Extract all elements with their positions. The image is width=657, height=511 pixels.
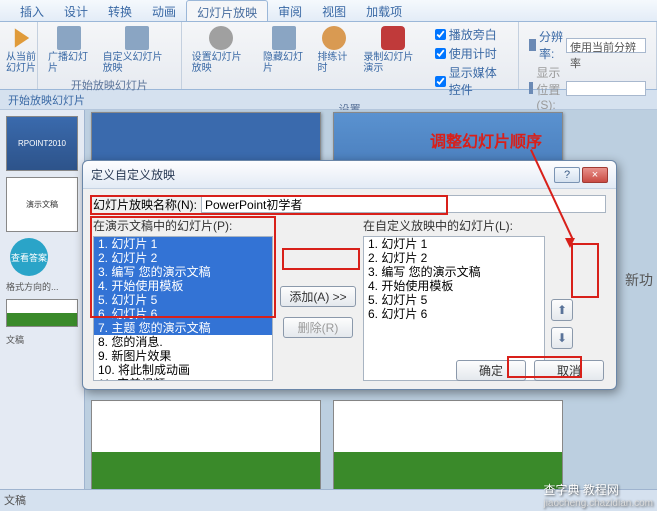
tab-review[interactable]: 审阅 [268, 0, 312, 21]
hide-icon [272, 26, 296, 50]
resolution-row: 分辨率:使用当前分辨率 [529, 28, 646, 62]
list-item[interactable]: 1. 幻灯片 1 [364, 237, 544, 251]
resolution-combo[interactable]: 使用当前分辨率 [566, 38, 646, 53]
from-current-label: 从当前幻灯片 [6, 52, 38, 74]
define-custom-show-dialog: 定义自定义放映 ? × 幻灯片放映名称(N): 在演示文稿中的幻灯片(P): 1… [82, 160, 617, 390]
clock-icon [322, 26, 346, 50]
custom-show-label: 自定义幻灯片放映 [103, 52, 171, 74]
slide-thumbnails-panel: RPOINT2010 演示文稿 查看答案 格式方向的... 文稿 [0, 110, 85, 511]
broadcast-button[interactable]: 广播幻灯片 [44, 24, 95, 76]
list-item[interactable]: 6. 幻灯片 6 [94, 307, 272, 321]
right-list-label: 在自定义放映中的幻灯片(L): [363, 217, 545, 234]
group-monitor: 分辨率:使用当前分辨率 显示位置(S): 使用演示者视图 监视器 [519, 22, 657, 89]
list-item[interactable]: 5. 幻灯片 5 [94, 293, 272, 307]
move-up-button[interactable]: ⬆ [551, 299, 573, 321]
side-badge[interactable]: 查看答案 [10, 238, 48, 276]
rehearse-label: 排练计时 [317, 52, 351, 74]
side-thumb-2[interactable]: 演示文稿 [6, 177, 78, 232]
list-item[interactable]: 2. 幻灯片 2 [364, 251, 544, 265]
close-button[interactable]: × [582, 167, 608, 183]
record-icon [381, 26, 405, 50]
left-list-label: 在演示文稿中的幻灯片(P): [93, 217, 273, 234]
narration-checkbox[interactable]: 播放旁白 [435, 26, 508, 43]
group-start2: 广播幻灯片 自定义幻灯片放映 开始放映幻灯片 [38, 22, 182, 89]
from-current-button[interactable]: 从当前幻灯片 [2, 24, 42, 87]
monitor2-icon [529, 82, 534, 94]
setup-options: 播放旁白 使用计时 显示媒体控件 [431, 24, 512, 100]
media-checkbox[interactable]: 显示媒体控件 [435, 64, 508, 98]
timings-checkbox[interactable]: 使用计时 [435, 45, 508, 62]
annotation-arrow-head [565, 238, 575, 248]
slide-green-1[interactable] [91, 400, 321, 495]
side-text-2: 文稿 [6, 333, 78, 346]
list-item[interactable]: 1. 幻灯片 1 [94, 237, 272, 251]
remove-button[interactable]: 删除(R) [283, 317, 353, 338]
tab-insert[interactable]: 插入 [10, 0, 54, 21]
new-feature-label: 新功 [625, 270, 653, 290]
tab-animation[interactable]: 动画 [142, 0, 186, 21]
list-item[interactable]: 7. 主题 您的演示文稿 [94, 321, 272, 335]
tab-view[interactable]: 视图 [312, 0, 356, 21]
annotation-text: 调整幻灯片顺序 [430, 128, 542, 152]
watermark-main: 查字典 教程网 [543, 481, 653, 498]
setup-button[interactable]: 设置幻灯片放映 [188, 24, 255, 100]
presentation-slides-listbox[interactable]: 1. 幻灯片 12. 幻灯片 23. 编写 您的演示文稿4. 开始使用模板5. … [93, 236, 273, 381]
watermark-sub: jiaocheng.chazidian.com [543, 498, 653, 509]
side-thumb-3[interactable] [6, 299, 78, 327]
rehearse-button[interactable]: 排练计时 [313, 24, 355, 100]
slideshow-name-input[interactable] [201, 195, 606, 213]
showon-row: 显示位置(S): [529, 64, 646, 112]
hide-label: 隐藏幻灯片 [263, 52, 305, 74]
projector-icon [57, 26, 81, 50]
ribbon-tabs: 插入 设计 转换 动画 幻灯片放映 审阅 视图 加载项 [0, 0, 657, 22]
list-item[interactable]: 8. 您的消息. [94, 335, 272, 349]
list-item[interactable]: 2. 幻灯片 2 [94, 251, 272, 265]
ok-button[interactable]: 确定 [456, 360, 526, 381]
dialog-titlebar[interactable]: 定义自定义放映 ? × [83, 161, 616, 189]
move-down-button[interactable]: ⬇ [551, 327, 573, 349]
custom-icon [125, 26, 149, 50]
gear-icon [209, 26, 233, 50]
monitor-icon [529, 39, 536, 51]
tab-design[interactable]: 设计 [54, 0, 98, 21]
list-item[interactable]: 3. 编写 您的演示文稿 [364, 265, 544, 279]
record-label: 录制幻灯片演示 [363, 52, 422, 74]
list-item[interactable]: 3. 编写 您的演示文稿 [94, 265, 272, 279]
list-item[interactable]: 4. 开始使用模板 [94, 279, 272, 293]
add-button[interactable]: 添加(A) >> [280, 286, 355, 307]
setup-label: 设置幻灯片放映 [192, 52, 251, 74]
list-item[interactable]: 9. 新图片效果 [94, 349, 272, 363]
tab-transition[interactable]: 转换 [98, 0, 142, 21]
dialog-title: 定义自定义放映 [91, 166, 175, 183]
name-label: 幻灯片放映名称(N): [93, 196, 197, 213]
side-thumb-1[interactable]: RPOINT2010 [6, 116, 78, 171]
tab-slideshow[interactable]: 幻灯片放映 [186, 0, 268, 21]
group-setup: 设置幻灯片放映 隐藏幻灯片 排练计时 录制幻灯片演示 播放旁白 使用计时 显示媒… [182, 22, 519, 89]
list-item[interactable]: 4. 开始使用模板 [364, 279, 544, 293]
help-button[interactable]: ? [554, 167, 580, 183]
list-item[interactable]: 5. 幻灯片 5 [364, 293, 544, 307]
watermark: 查字典 教程网 jiaocheng.chazidian.com [543, 481, 653, 509]
play-icon [10, 26, 34, 50]
showon-combo[interactable] [566, 81, 646, 96]
bottom-label: 文稿 [4, 492, 26, 508]
dialog-body: 幻灯片放映名称(N): 在演示文稿中的幻灯片(P): 1. 幻灯片 12. 幻灯… [83, 189, 616, 387]
record-button[interactable]: 录制幻灯片演示 [359, 24, 426, 100]
side-text-1: 格式方向的... [6, 280, 78, 293]
list-item[interactable]: 10. 将此制成动画 [94, 363, 272, 377]
custom-show-button[interactable]: 自定义幻灯片放映 [99, 24, 175, 76]
list-item[interactable]: 11. 完美视频 [94, 377, 272, 381]
group-start-slideshow: 从当前幻灯片 [0, 22, 38, 89]
hide-button[interactable]: 隐藏幻灯片 [259, 24, 309, 100]
tab-addins[interactable]: 加载项 [356, 0, 412, 21]
ribbon-body: 从当前幻灯片 广播幻灯片 自定义幻灯片放映 开始放映幻灯片 设置幻灯片放映 隐藏… [0, 22, 657, 90]
slide-green-2[interactable] [333, 400, 563, 495]
list-item[interactable]: 6. 幻灯片 6 [364, 307, 544, 321]
broadcast-label: 广播幻灯片 [48, 52, 91, 74]
cancel-button[interactable]: 取消 [534, 360, 604, 381]
